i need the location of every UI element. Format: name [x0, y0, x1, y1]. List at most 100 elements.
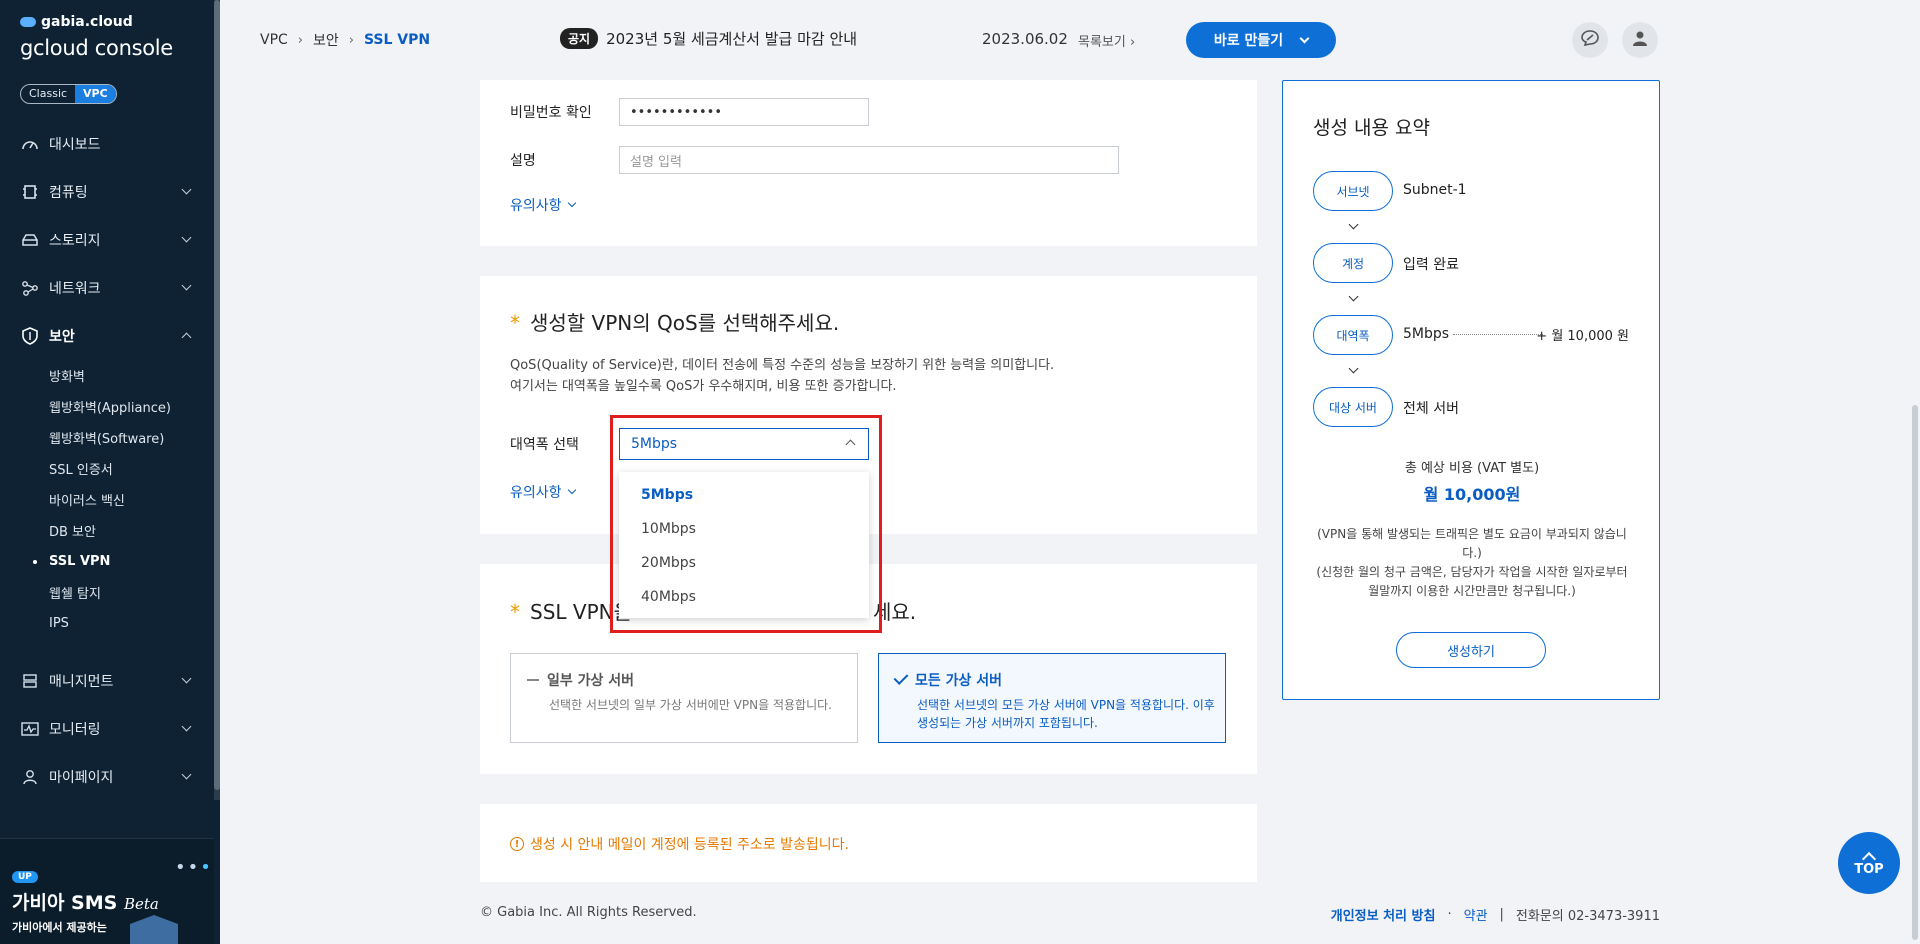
- sidebar-subitem-firewall[interactable]: 방화벽: [49, 360, 214, 391]
- chevron-down-icon: [567, 198, 576, 208]
- sidebar-subitem-ips[interactable]: IPS: [49, 608, 214, 639]
- sidebar: gabia.cloud gcloud console Classic VPC 대…: [0, 0, 220, 944]
- sidebar-nav: 대시보드 컴퓨팅 스토리지 네트워크 보안 방화벽 웹방화벽(Appliance…: [0, 120, 214, 801]
- user-icon: [1632, 30, 1648, 50]
- chevron-up-icon: [181, 332, 192, 343]
- create-button[interactable]: 생성하기: [1396, 632, 1546, 668]
- separator-bar: |: [1499, 907, 1504, 922]
- info-icon: !: [510, 837, 524, 851]
- account-button[interactable]: [1622, 22, 1658, 58]
- sidebar-subitem-webshell[interactable]: 웹쉘 탐지: [49, 577, 214, 608]
- mail-info-text: 생성 시 안내 메일이 계정에 등록된 주소로 발송됩니다.: [530, 837, 849, 853]
- description-input[interactable]: 설명 입력: [619, 146, 1119, 174]
- page-scrollbar[interactable]: [1910, 0, 1920, 944]
- notice-text[interactable]: 2023년 5월 세금계산서 발급 마감 안내: [606, 28, 857, 49]
- summary-pill-target: 대상 서버: [1313, 387, 1393, 427]
- sidebar-item-storage[interactable]: 스토리지: [0, 216, 214, 264]
- toggle-vpc[interactable]: VPC: [75, 85, 116, 103]
- traffic-note: (VPN을 통해 발생되는 트래픽은 별도 요금이 부과되지 않습니다.): [1317, 527, 1627, 560]
- qos-description: QoS(Quality of Service)란, 데이터 전송에 특정 수준의…: [510, 358, 1055, 394]
- brand-logo[interactable]: gabia.cloud gcloud console: [20, 14, 173, 60]
- sms-promo-banner[interactable]: ••• UP 가비아 SMS Beta 가비아에서 제공하는: [0, 838, 214, 944]
- all-server-desc: 선택한 서브넷의 모든 가상 서버에 VPN을 적용합니다. 이후 생성되는 가…: [917, 698, 1215, 730]
- all-server-title: 모든 가상 서버: [915, 673, 1003, 689]
- sidebar-subitem-antivirus[interactable]: 바이러스 백신: [49, 484, 214, 515]
- notice-banner[interactable]: 공지 2023년 5월 세금계산서 발급 마감 안내: [560, 28, 857, 49]
- chevron-down-icon: [181, 721, 192, 732]
- sidebar-item-management[interactable]: 매니지먼트: [0, 657, 214, 705]
- footer-links: 개인정보 처리 방침 · 약관 | 전화문의 02-3473-3911: [1331, 905, 1660, 924]
- summary-value-target: 전체 서버: [1403, 401, 1459, 417]
- sidebar-subitem-ssl-vpn[interactable]: SSL VPN: [33, 546, 214, 577]
- qos-title: * 생성할 VPN의 QoS를 선택해주세요.: [510, 311, 840, 335]
- total-cost-label: 총 예상 비용 (VAT 별도): [1404, 461, 1540, 476]
- sidebar-subitem-waf-appliance[interactable]: 웹방화벽(Appliance): [49, 391, 214, 422]
- billing-note: (신청한 월의 청구 금액은, 담당자가 작업을 시작한 일자로부터 월말까지 …: [1316, 565, 1628, 598]
- chevron-down-icon: [1348, 291, 1359, 302]
- terms-link[interactable]: 약관: [1464, 905, 1488, 924]
- sidebar-item-mypage[interactable]: 마이페이지: [0, 753, 214, 801]
- sidebar-subitem-ssl-cert[interactable]: SSL 인증서: [49, 453, 214, 484]
- sidebar-item-security[interactable]: 보안: [0, 312, 214, 360]
- chevron-down-icon: [1348, 363, 1359, 374]
- toggle-classic[interactable]: Classic: [21, 85, 75, 103]
- promo-badge: UP: [12, 871, 38, 883]
- bandwidth-label: 대역폭 선택: [510, 437, 579, 453]
- chevron-down-icon: [181, 184, 192, 195]
- sidebar-item-network[interactable]: 네트워크: [0, 264, 214, 312]
- chevron-down-icon: [181, 673, 192, 684]
- quick-create-label: 바로 만들기: [1213, 33, 1284, 49]
- partial-server-option[interactable]: 일부 가상 서버 선택한 서브넷의 일부 가상 서버에만 VPN을 적용합니다.: [510, 653, 858, 743]
- notice-link-2[interactable]: 유의사항: [510, 482, 576, 502]
- total-cost-value: 월 10,000원: [1423, 485, 1521, 504]
- scroll-top-button[interactable]: TOP: [1838, 832, 1900, 894]
- breadcrumb-current: SSL VPN: [363, 32, 431, 48]
- sidebar-item-monitoring[interactable]: 모니터링: [0, 705, 214, 753]
- carousel-dots-icon[interactable]: •••: [175, 857, 213, 878]
- sidebar-item-label: 보안: [49, 329, 75, 345]
- chevron-down-icon: [181, 280, 192, 291]
- brand-title: gcloud console: [20, 36, 173, 60]
- monitor-icon: [20, 721, 40, 737]
- chevron-right-icon: ›: [348, 32, 354, 48]
- brand-small-text: gabia.cloud: [41, 14, 133, 30]
- sidebar-item-label: 네트워크: [49, 281, 101, 297]
- sidebar-subitem-waf-software[interactable]: 웹방화벽(Software): [49, 422, 214, 453]
- breadcrumb-security[interactable]: 보안: [313, 30, 339, 50]
- summary-panel: 생성 내용 요약 서브넷 Subnet-1 계정 입력 완료 대역폭 5Mbps…: [1282, 80, 1660, 700]
- sidebar-item-label: 스토리지: [49, 233, 101, 249]
- chevron-down-icon: [181, 232, 192, 243]
- breadcrumb: VPC › 보안 › SSL VPN: [260, 30, 430, 50]
- quick-create-button[interactable]: 바로 만들기: [1186, 22, 1336, 58]
- speedometer-icon: [20, 136, 40, 152]
- sidebar-scrollbar[interactable]: [214, 0, 220, 800]
- breadcrumb-vpc[interactable]: VPC: [260, 32, 288, 48]
- notice-link-1[interactable]: 유의사항: [510, 195, 576, 215]
- classic-vpc-toggle[interactable]: Classic VPC: [20, 84, 117, 104]
- sidebar-item-computing[interactable]: 컴퓨팅: [0, 168, 214, 216]
- separator-dot: ·: [1447, 907, 1452, 922]
- sidebar-item-label: 대시보드: [49, 137, 101, 153]
- shield-icon: [20, 327, 40, 345]
- chat-button[interactable]: [1572, 22, 1608, 58]
- summary-value-subnet: Subnet-1: [1403, 182, 1467, 198]
- notice-list-link[interactable]: 목록보기 ›: [1078, 31, 1135, 50]
- sidebar-item-dashboard[interactable]: 대시보드: [0, 120, 214, 168]
- copyright: © Gabia Inc. All Rights Reserved.: [480, 905, 697, 920]
- sidebar-item-label: 마이페이지: [49, 770, 114, 786]
- sidebar-subitem-db-security[interactable]: DB 보안: [49, 515, 214, 546]
- contact-phone: 전화문의 02-3473-3911: [1515, 909, 1660, 924]
- sidebar-item-label: 모니터링: [49, 722, 101, 738]
- chat-icon: [1581, 30, 1599, 50]
- notice-date: 2023.06.02: [982, 30, 1068, 48]
- network-icon: [20, 280, 40, 296]
- pw-confirm-label: 비밀번호 확인: [510, 105, 592, 121]
- pw-confirm-input[interactable]: ••••••••••••: [619, 98, 869, 126]
- cube-icon: [130, 915, 178, 944]
- mail-info: ! 생성 시 안내 메일이 계정에 등록된 주소로 발송됩니다.: [510, 834, 849, 854]
- partial-server-desc: 선택한 서브넷의 일부 가상 서버에만 VPN을 적용합니다.: [549, 698, 832, 712]
- all-server-option[interactable]: 모든 가상 서버 선택한 서브넷의 모든 가상 서버에 VPN을 적용합니다. …: [878, 653, 1226, 743]
- promo-subtitle: 가비아에서 제공하는: [12, 921, 107, 934]
- check-icon: [893, 670, 909, 685]
- privacy-link[interactable]: 개인정보 처리 방침: [1331, 905, 1436, 924]
